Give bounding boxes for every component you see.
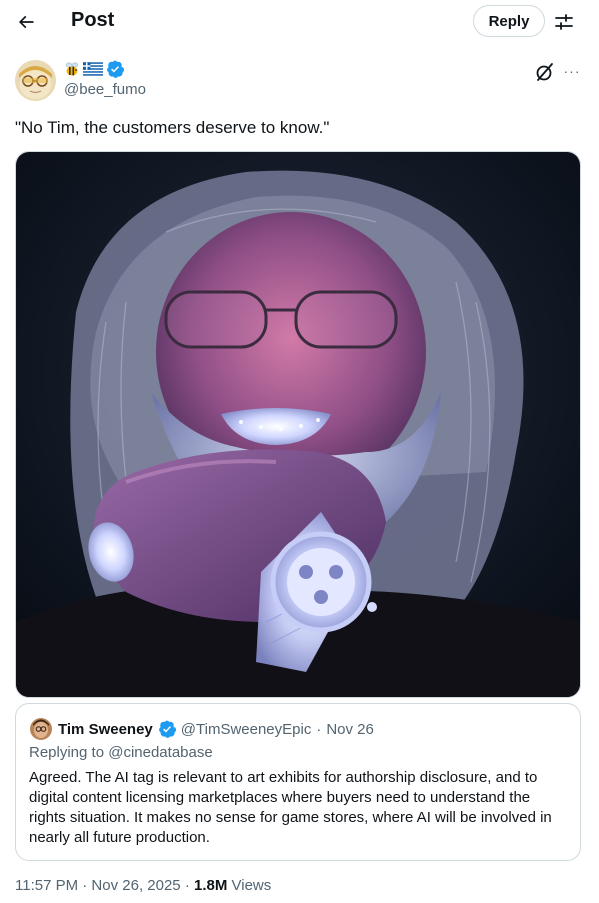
quoted-post-text: Agreed. The AI tag is relevant to art ex… <box>29 769 552 846</box>
reply-button[interactable]: Reply <box>473 5 545 37</box>
photo-illustration <box>16 152 580 697</box>
post-text: "No Tim, the customers deserve to know." <box>15 118 330 137</box>
grok-icon <box>536 63 553 81</box>
settings-button[interactable] <box>550 8 578 36</box>
grok-button[interactable] <box>534 61 556 83</box>
bee-emoji-icon <box>65 62 79 76</box>
greece-flag-icon <box>83 62 103 76</box>
views-count: 1.8M <box>193 877 228 894</box>
replying-prefix: Replying to <box>29 744 109 761</box>
post-image[interactable] <box>15 151 581 698</box>
more-options-button[interactable]: ··· <box>561 60 583 82</box>
back-arrow-icon <box>18 15 34 29</box>
author-name-row[interactable] <box>64 58 124 80</box>
sliders-icon <box>555 14 573 30</box>
quoted-author-avatar[interactable] <box>30 718 52 740</box>
quoted-post-date[interactable]: Nov 26 <box>326 721 374 738</box>
replying-handle[interactable]: @cinedatabase <box>108 744 212 761</box>
quoted-author-name[interactable]: Tim Sweeney <box>58 721 153 738</box>
quoted-author-row: Tim Sweeney @TimSweeneyEpic · Nov 26 <box>58 718 374 740</box>
author-avatar[interactable] <box>15 60 56 101</box>
quoted-author-handle[interactable]: @TimSweeneyEpic <box>181 721 312 738</box>
verified-badge-icon <box>107 60 124 78</box>
post-meta: 11:57 PM · Nov 26, 2025 · 1.8M Views <box>15 877 271 894</box>
author-handle[interactable]: @bee_fumo <box>64 81 146 98</box>
views-label: Views <box>227 877 272 894</box>
separator-dot: · <box>316 720 322 738</box>
post-timestamp[interactable]: 11:57 PM · Nov 26, 2025 · <box>15 877 194 894</box>
verified-badge-icon <box>158 720 176 738</box>
back-button[interactable] <box>10 6 42 38</box>
top-bar: Post Reply <box>0 0 599 44</box>
avatar-image <box>15 60 56 101</box>
quoted-avatar-image <box>30 718 52 740</box>
replying-to: Replying to @cinedatabase <box>29 744 213 761</box>
quoted-post[interactable]: Tim Sweeney @TimSweeneyEpic · Nov 26 Rep… <box>15 703 581 861</box>
page-title: Post <box>71 9 115 31</box>
